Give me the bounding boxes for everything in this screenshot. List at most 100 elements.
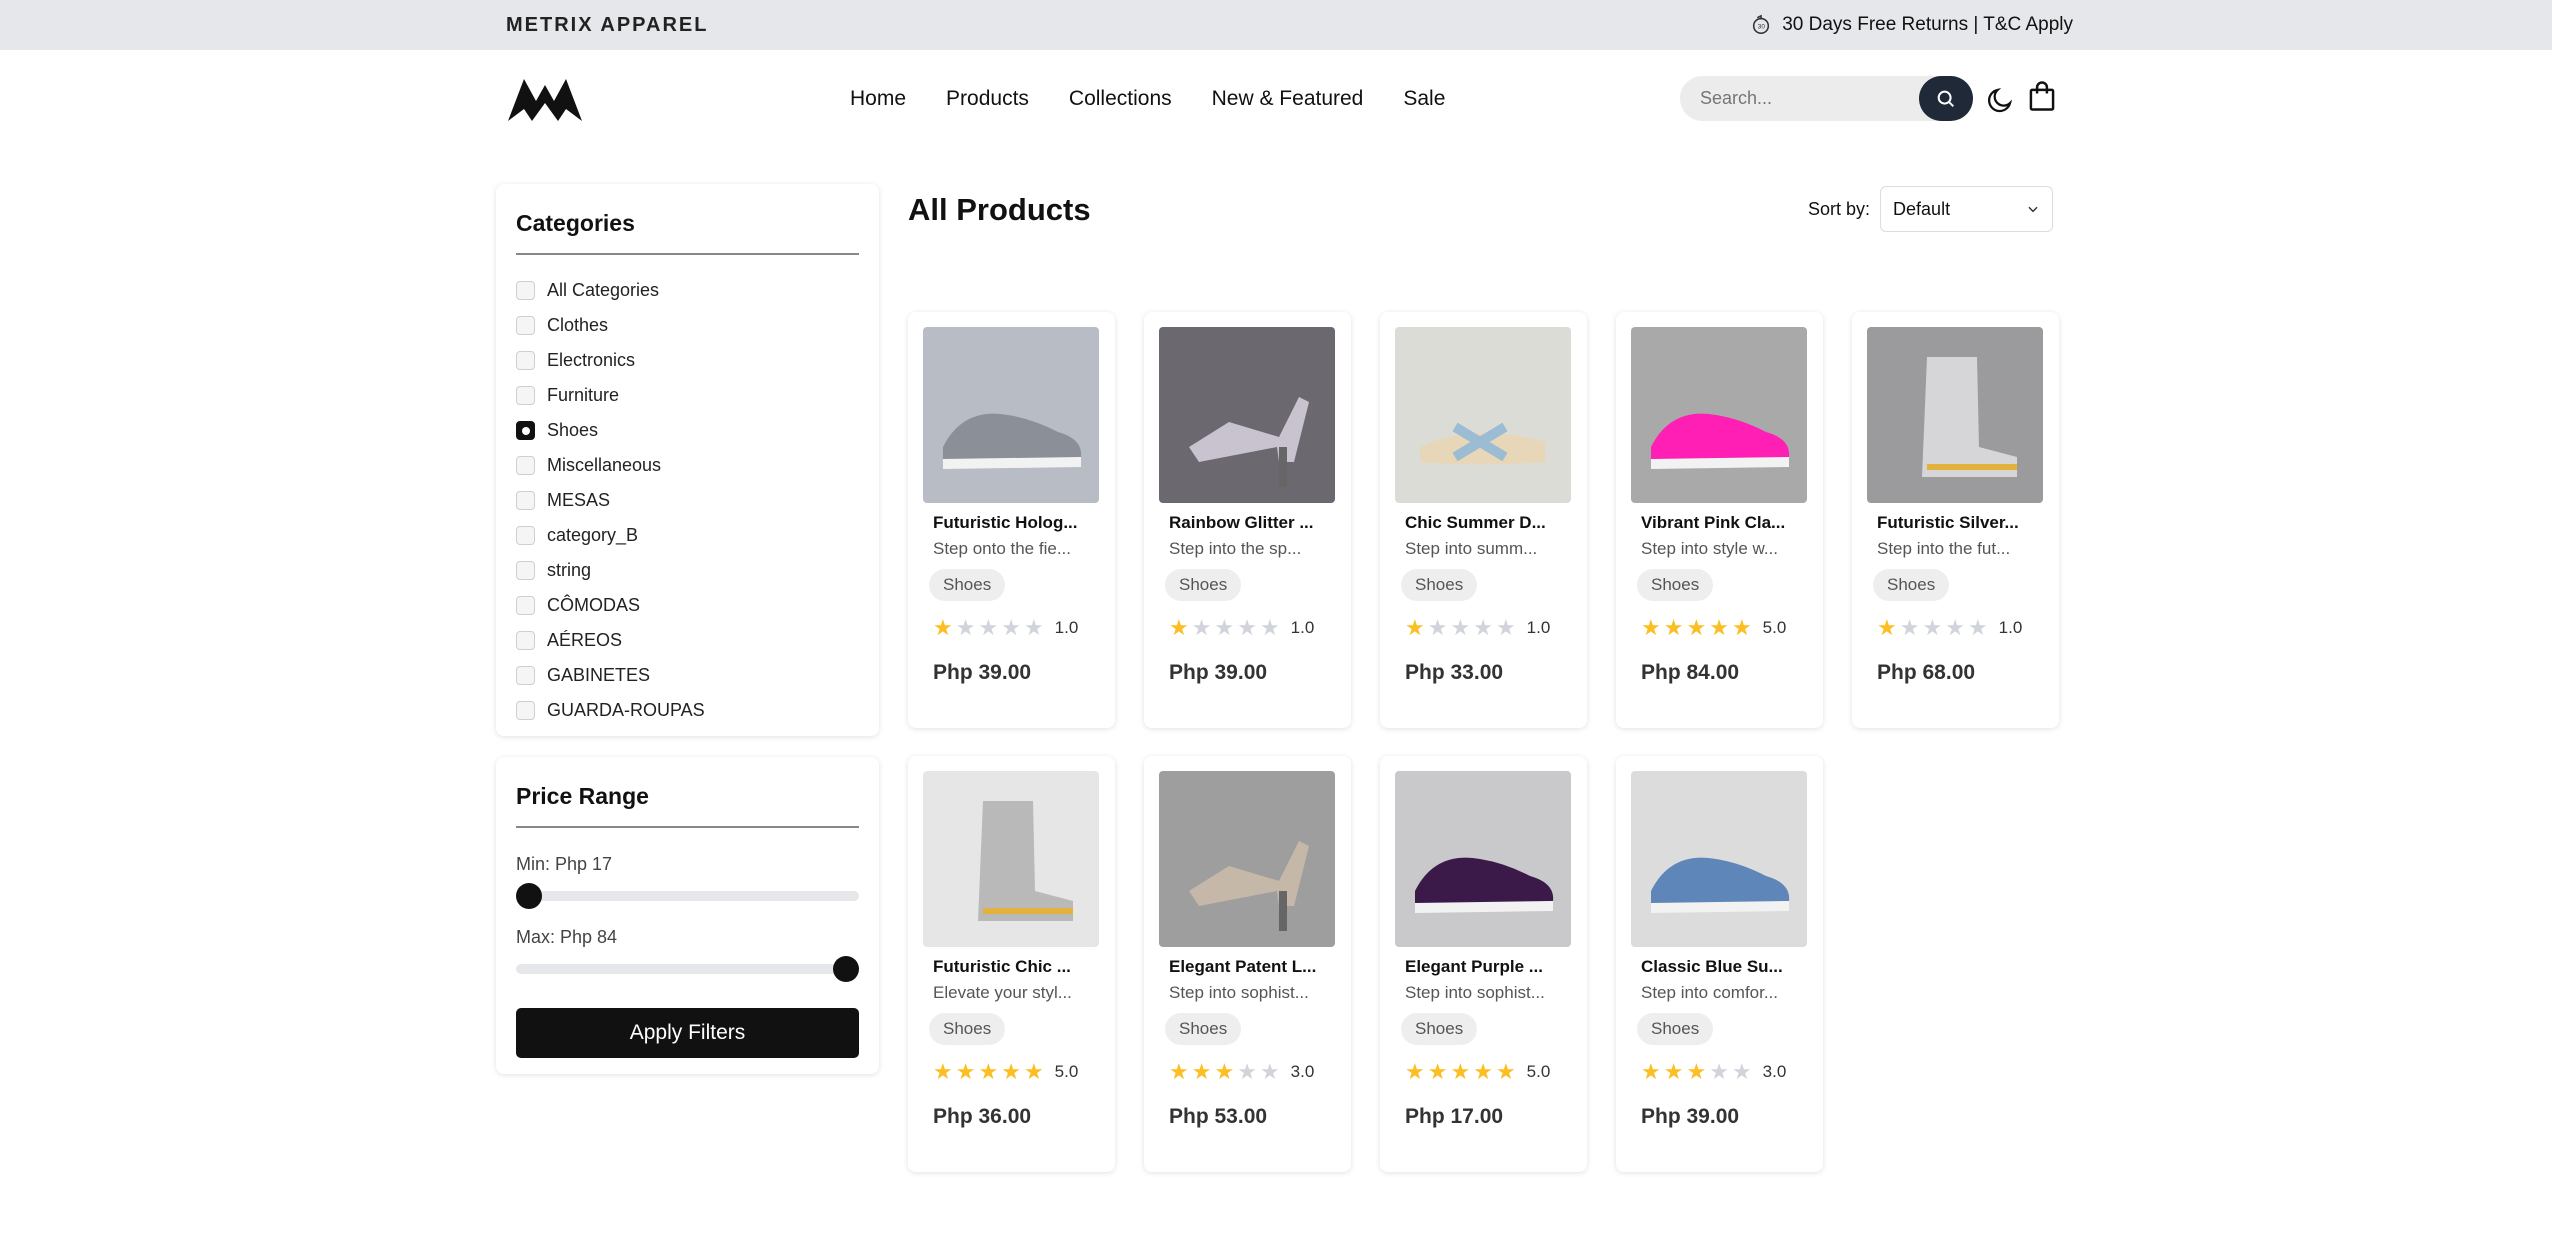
product-name[interactable]: Elegant Purple ... — [1395, 957, 1572, 977]
max-price-slider[interactable] — [516, 956, 859, 982]
nav-home[interactable]: Home — [850, 87, 906, 111]
category-checkbox[interactable] — [516, 631, 535, 650]
category-checkbox[interactable] — [516, 561, 535, 580]
nav-new-featured[interactable]: New & Featured — [1212, 87, 1364, 111]
category-item[interactable]: Clothes — [516, 308, 859, 343]
product-image[interactable] — [1867, 327, 2043, 503]
product-name[interactable]: Chic Summer D... — [1395, 513, 1572, 533]
category-label: AÉREOS — [547, 630, 623, 650]
category-checkbox[interactable] — [516, 351, 535, 370]
product-image[interactable] — [1395, 327, 1571, 503]
star-icon: ★ — [1495, 1059, 1516, 1084]
product-rating: ★ ★ ★ ★ ★ 1.0 — [923, 617, 1100, 639]
star-icon: ★ — [1450, 615, 1471, 640]
star-icon: ★ — [1237, 615, 1257, 640]
rating-value: 1.0 — [1998, 618, 2023, 637]
product-description: Elevate your styl... — [933, 983, 1072, 1002]
category-item[interactable]: GUARDA-ROUPAS — [516, 693, 859, 728]
product-card[interactable]: Futuristic Holog... Step onto the fie...… — [908, 312, 1115, 728]
category-checkbox[interactable] — [516, 456, 535, 475]
category-checkbox[interactable] — [516, 701, 535, 720]
category-item[interactable]: Miscellaneous — [516, 448, 859, 483]
nav-sale[interactable]: Sale — [1403, 87, 1445, 111]
star-icon: ★ — [1945, 615, 1965, 640]
category-item[interactable]: GABINETES — [516, 658, 859, 693]
product-name[interactable]: Elegant Patent L... — [1159, 957, 1336, 977]
category-item[interactable]: AÉREOS — [516, 623, 859, 658]
category-checkbox[interactable] — [516, 281, 535, 300]
product-image[interactable] — [1395, 771, 1571, 947]
max-price-handle[interactable] — [833, 956, 859, 982]
nav-collections[interactable]: Collections — [1069, 87, 1172, 111]
product-card[interactable]: Futuristic Silver... Step into the fut..… — [1852, 312, 2059, 728]
product-card[interactable]: Rainbow Glitter ... Step into the sp... … — [1144, 312, 1351, 728]
rating-value: 5.0 — [1762, 618, 1787, 637]
category-checkbox[interactable] — [516, 491, 535, 510]
product-description: Step into sophist... — [1169, 983, 1309, 1002]
category-item[interactable]: All Categories — [516, 273, 859, 308]
star-icon: ★ — [1473, 615, 1493, 640]
product-image[interactable] — [1159, 327, 1335, 503]
product-description: Step into the sp... — [1169, 539, 1302, 558]
category-item[interactable]: CÔMODAS — [516, 588, 859, 623]
categories-panel: Categories All Categories Clothes Electron… — [496, 184, 879, 736]
page-title: All Products — [908, 192, 1091, 227]
product-name[interactable]: Classic Blue Su... — [1631, 957, 1808, 977]
promo-banner: 30 30 Days Free Returns | T&C Apply — [1750, 14, 2073, 36]
product-card[interactable]: Classic Blue Su... Step into comfor... S… — [1616, 756, 1823, 1172]
search-input[interactable] — [1680, 88, 1920, 109]
category-checkbox[interactable] — [516, 386, 535, 405]
category-checkbox[interactable] — [516, 421, 535, 440]
star-icon: ★ — [955, 1059, 976, 1084]
product-card[interactable]: Elegant Patent L... Step into sophist...… — [1144, 756, 1351, 1172]
product-image[interactable] — [923, 327, 1099, 503]
category-item[interactable]: string — [516, 553, 859, 588]
category-item[interactable]: Shoes — [516, 413, 859, 448]
product-card[interactable]: Elegant Purple ... Step into sophist... … — [1380, 756, 1587, 1172]
rating-value: 5.0 — [1526, 1062, 1551, 1081]
sort-control: Sort by: Default — [1808, 186, 2054, 232]
shopping-bag-icon[interactable] — [2027, 80, 2057, 112]
product-image[interactable] — [1631, 771, 1807, 947]
dark-mode-toggle-icon[interactable] — [1985, 85, 2015, 115]
category-checkbox[interactable] — [516, 596, 535, 615]
category-item[interactable]: Electronics — [516, 343, 859, 378]
star-icon: ★ — [1877, 615, 1897, 640]
product-image[interactable] — [923, 771, 1099, 947]
star-icon: ★ — [1427, 615, 1448, 640]
category-checkbox[interactable] — [516, 666, 535, 685]
nav-products[interactable]: Products — [946, 87, 1029, 111]
category-checkbox[interactable] — [516, 526, 535, 545]
product-image[interactable] — [1631, 327, 1807, 503]
search-button[interactable] — [1919, 76, 1973, 121]
product-card[interactable]: Chic Summer D... Step into summ... Shoes… — [1380, 312, 1587, 728]
categories-title: Categories — [516, 184, 859, 255]
product-rating: ★ ★ ★ ★ ★ 3.0 — [1159, 1061, 1336, 1083]
category-item[interactable]: MESAS — [516, 483, 859, 518]
product-card[interactable]: Futuristic Chic ... Elevate your styl...… — [908, 756, 1115, 1172]
category-item[interactable]: category_B — [516, 518, 859, 553]
sort-select[interactable]: Default — [1880, 186, 2054, 232]
promo-text: 30 Days Free Returns | T&C Apply — [1782, 14, 2073, 35]
star-icon: ★ — [1427, 1059, 1448, 1084]
category-item[interactable]: Furniture — [516, 378, 859, 413]
min-price-label: Min: Php 17 — [516, 854, 613, 874]
min-price-slider[interactable] — [516, 883, 859, 909]
product-name[interactable]: Futuristic Silver... — [1867, 513, 2044, 533]
star-icon: ★ — [1686, 1059, 1707, 1084]
logo-icon[interactable] — [506, 75, 584, 123]
apply-filters-button[interactable]: Apply Filters — [516, 1008, 859, 1058]
product-card[interactable]: Vibrant Pink Cla... Step into style w...… — [1616, 312, 1823, 728]
product-category-tag: Shoes — [929, 1013, 1006, 1045]
star-icon: ★ — [933, 1059, 953, 1084]
category-checkbox[interactable] — [516, 316, 535, 335]
star-icon: ★ — [1191, 615, 1212, 640]
min-price-handle[interactable] — [516, 883, 542, 909]
product-name[interactable]: Vibrant Pink Cla... — [1631, 513, 1808, 533]
product-name[interactable]: Futuristic Chic ... — [923, 957, 1100, 977]
product-image[interactable] — [1159, 771, 1335, 947]
product-name[interactable]: Rainbow Glitter ... — [1159, 513, 1336, 533]
star-icon: ★ — [1731, 615, 1752, 640]
product-name[interactable]: Futuristic Holog... — [923, 513, 1100, 533]
category-label: string — [547, 560, 592, 580]
